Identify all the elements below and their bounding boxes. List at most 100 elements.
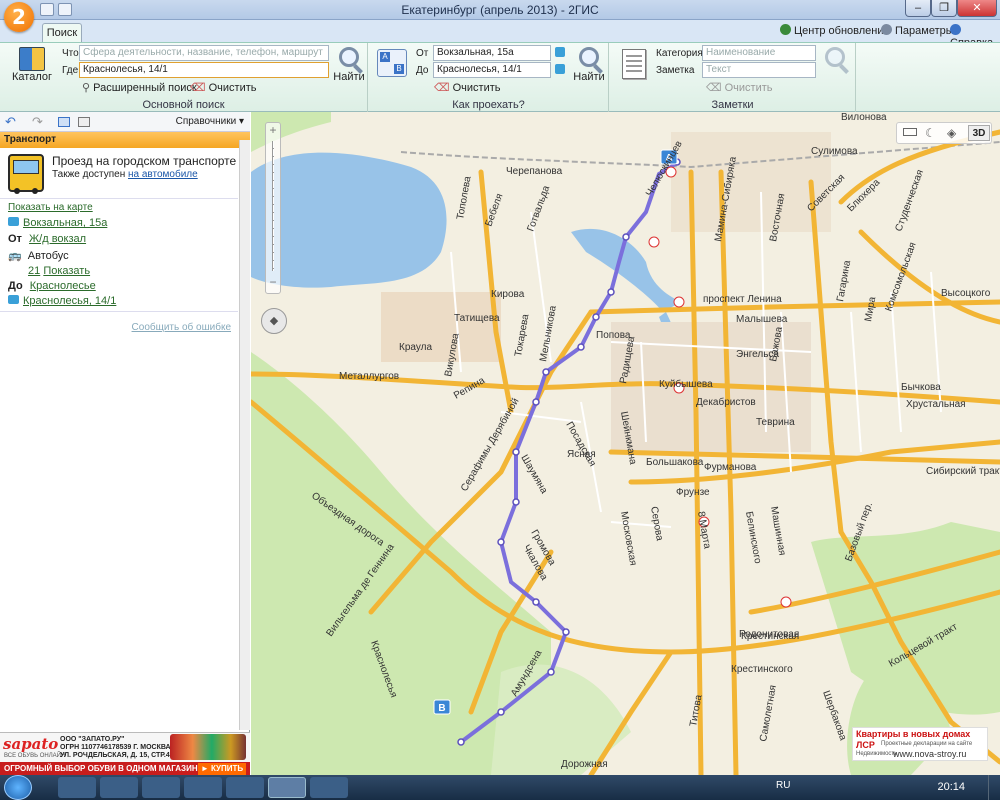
map-label: Тополева xyxy=(455,175,474,220)
to-stop-link[interactable]: Краснолесье xyxy=(30,280,96,292)
by-car-link[interactable]: на автомобиле xyxy=(128,169,198,180)
panel-title: Проезд на городском транспорте xyxy=(52,154,237,168)
layers-icon[interactable]: ◈ xyxy=(947,126,956,140)
refresh-icon xyxy=(780,24,791,35)
ruler-icon[interactable] xyxy=(903,128,917,136)
panel-scrollbar[interactable] xyxy=(239,140,250,730)
3d-button[interactable]: 3D xyxy=(968,125,990,141)
start-address-link[interactable]: Вокзальная, 15а xyxy=(23,217,107,229)
divider-2 xyxy=(0,311,238,312)
language-indicator[interactable]: RU xyxy=(776,780,790,791)
route-from-label: От xyxy=(416,48,429,59)
category-select[interactable]: Наименование xyxy=(702,45,816,61)
ad-logo: sapato xyxy=(3,735,59,753)
directories-menu[interactable]: Справочники ▾ xyxy=(176,116,244,127)
route-clear-button[interactable]: ⌫ Очистить xyxy=(434,81,501,94)
copy-icon[interactable] xyxy=(78,117,90,127)
report-error-link[interactable]: Сообщить об ошибке xyxy=(132,322,231,333)
route-icon: A B xyxy=(377,49,407,77)
map-ad-sub: Недвижимость xyxy=(856,751,898,757)
start-address-row: Вокзальная, 15а xyxy=(8,217,107,229)
ad-line-3: УЛ. РОЧДЕЛЬСКАЯ, Д. 15, СТР.43 xyxy=(60,752,174,759)
route-show-link[interactable]: Показать xyxy=(43,265,90,277)
zoom-in-button[interactable]: + xyxy=(266,123,280,137)
end-marker[interactable]: B xyxy=(433,699,451,715)
taskbar-app2-icon[interactable] xyxy=(226,777,264,798)
notes-clear-button[interactable]: ⌫ Очистить xyxy=(706,81,773,94)
note-label: Заметка xyxy=(656,65,695,76)
from-stop-link[interactable]: Ж/д вокзал xyxy=(29,233,86,245)
map-label: проспект Ленина xyxy=(703,294,782,305)
route-find-button[interactable]: Найти xyxy=(573,47,605,83)
map-label: Посадская xyxy=(563,420,597,469)
taskbar-app3-icon[interactable] xyxy=(310,777,348,798)
map-label: Черепанова xyxy=(506,166,563,177)
note-input[interactable]: Текст xyxy=(702,62,816,78)
map-view[interactable]: A B Черепанова Бебеля Готвальда Тополева… xyxy=(251,112,1000,775)
notes-search-icon xyxy=(825,47,845,67)
show-on-map-link[interactable]: Показать на карте xyxy=(8,202,93,213)
from-label: От xyxy=(8,233,22,245)
compass-icon[interactable]: ◆ xyxy=(261,308,287,334)
route-number-row: 21 Показать xyxy=(28,265,90,277)
zoom-slider[interactable]: + − xyxy=(265,122,281,294)
gear-icon xyxy=(881,24,892,35)
main-search-group-label: Основной поиск xyxy=(142,99,225,111)
taskbar-media-icon[interactable] xyxy=(142,777,180,798)
back-arrow-icon[interactable]: ↶ xyxy=(5,114,16,130)
notes-group-label: Заметки xyxy=(711,99,754,111)
from-row: От Ж/д вокзал xyxy=(8,233,86,245)
notes-eraser-icon: ⌫ xyxy=(706,82,725,94)
app-logo[interactable]: 2 xyxy=(4,2,34,32)
ad-banner[interactable]: sapato ВСЕ ОБУВЬ ОНЛАЙН ООО "ЗАПАТО.РУ" … xyxy=(0,732,250,775)
advanced-search-button[interactable]: ⚲ Расширенный поиск xyxy=(82,81,197,94)
map-label: Самолетная xyxy=(758,684,779,742)
where-input[interactable]: Краснолесья, 14/1 xyxy=(79,62,329,78)
route-to-input[interactable]: Краснолесья, 14/1 xyxy=(433,62,551,78)
route-from-pin-icon[interactable] xyxy=(555,47,565,57)
to-label: До xyxy=(8,280,23,292)
settings-link[interactable]: Параметры xyxy=(881,24,954,37)
map-ad-banner[interactable]: Квартиры в новых домах ЛСР Проектные дек… xyxy=(852,727,988,761)
map-label: Шаумяна xyxy=(518,453,549,496)
map-label: Металлургов xyxy=(339,371,399,382)
window-icon[interactable] xyxy=(58,117,70,127)
taskbar-2gis-icon[interactable] xyxy=(268,777,306,798)
layers-curve-icon[interactable]: ☾ xyxy=(925,126,936,140)
map-label: Белинского xyxy=(743,511,763,565)
taskbar-app-icon[interactable] xyxy=(184,777,222,798)
start-button[interactable] xyxy=(4,775,32,800)
bus-small-icon: 🚌 xyxy=(8,250,22,262)
taskbar-explorer-icon[interactable] xyxy=(100,777,138,798)
route-group: A B От Вокзальная, 15а До Краснолесья, 1… xyxy=(369,43,609,113)
ad-buy-button[interactable]: ► КУПИТЬ xyxy=(198,763,246,775)
search-find-button[interactable]: Найти xyxy=(333,47,365,83)
updates-link[interactable]: Центр обновлений xyxy=(780,24,890,37)
title-bar: Екатеринбург (апрель 2013) - 2ГИС – ❐ ✕ xyxy=(0,0,1000,20)
close-button[interactable]: ✕ xyxy=(957,0,997,17)
route-from-input[interactable]: Вокзальная, 15а xyxy=(433,45,551,61)
what-input[interactable]: Сфера деятельности, название, телефон, м… xyxy=(79,45,329,61)
route-to-pin-icon[interactable] xyxy=(555,64,565,74)
taskbar-ie-icon[interactable] xyxy=(58,777,96,798)
map-canvas[interactable]: A B Черепанова Бебеля Готвальда Тополева… xyxy=(251,112,1000,775)
maximize-button[interactable]: ❐ xyxy=(931,0,957,17)
show-desktop-button[interactable] xyxy=(988,775,1000,800)
zoom-track[interactable] xyxy=(272,141,274,271)
zoom-out-button[interactable]: − xyxy=(266,275,280,289)
end-address-link[interactable]: Краснолесья, 14/1 xyxy=(23,295,116,307)
tab-search[interactable]: Поиск xyxy=(42,23,82,42)
clock[interactable]: 20:14 xyxy=(937,781,965,793)
magnifier-small-icon: ⚲ xyxy=(82,82,94,94)
what-label: Что xyxy=(62,48,79,59)
notes-find-button[interactable] xyxy=(820,47,850,67)
catalog-button[interactable]: Каталог xyxy=(12,47,52,83)
help-icon xyxy=(950,24,961,35)
forward-arrow-icon[interactable]: ↷ xyxy=(32,114,43,130)
route-number-link[interactable]: 21 xyxy=(28,265,40,277)
map-label: Гагарина xyxy=(835,259,853,302)
svg-text:B: B xyxy=(438,703,445,714)
search-clear-button[interactable]: ⌫ Очистить xyxy=(190,81,257,94)
minimize-button[interactable]: – xyxy=(905,0,931,17)
taskbar: RU 20:14 xyxy=(0,775,1000,800)
